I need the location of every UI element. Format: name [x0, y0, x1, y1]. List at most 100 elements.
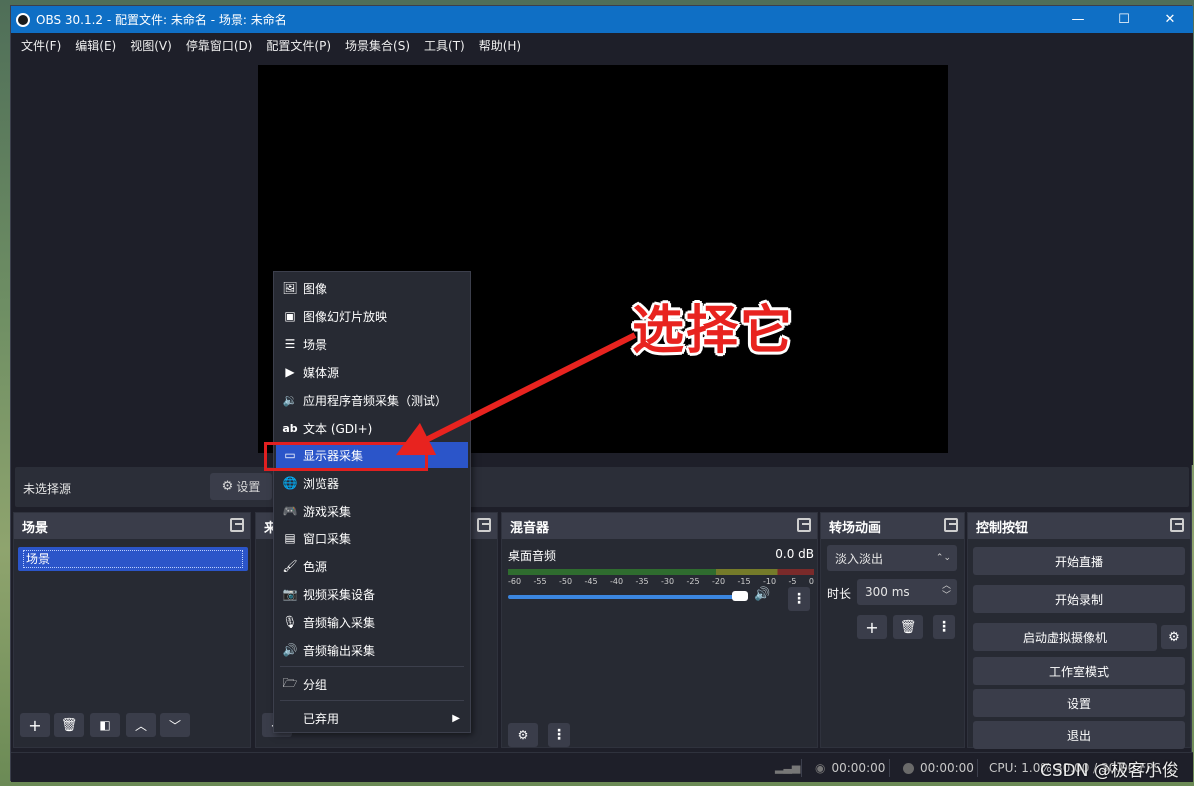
menu-item-label: 音频输入采集 — [303, 615, 376, 630]
meter-tick-label: -45 — [584, 577, 598, 586]
settings-button[interactable]: 设置 — [973, 689, 1185, 717]
text-icon: ab — [282, 421, 298, 435]
duration-input[interactable]: 300 ms ︿ ﹀ — [857, 579, 957, 605]
start-virtual-camera-button[interactable]: 启动虚拟摄像机 — [973, 623, 1157, 651]
meter-tick-label: -35 — [635, 577, 649, 586]
add-scene-button[interactable]: + — [20, 713, 50, 737]
add-transition-button[interactable]: + — [857, 615, 887, 639]
menu-item-label: 媒体源 — [303, 365, 340, 380]
menu-separator — [280, 700, 464, 701]
source-settings-button[interactable]: ⚙ 设置 — [210, 473, 272, 500]
menu-item-media-source[interactable]: ▶ 媒体源 — [276, 359, 468, 385]
scenes-dock-title: 场景 — [22, 520, 49, 536]
remove-transition-button[interactable]: 🗑 — [893, 615, 923, 639]
menu-item-image[interactable]: 🖼 图像 — [276, 275, 468, 301]
menu-item-window-capture[interactable]: ▤ 窗口采集 — [276, 525, 468, 551]
menu-item-label: 音频输出采集 — [303, 643, 376, 658]
slideshow-icon: ▣ — [284, 309, 296, 323]
volume-slider[interactable] — [508, 595, 744, 599]
start-streaming-button[interactable]: 开始直播 — [973, 547, 1185, 575]
menu-edit[interactable]: 编辑(E) — [68, 37, 123, 54]
camera-icon: 📷 — [282, 587, 298, 601]
annotation-text: 选择它 — [632, 301, 795, 361]
transition-properties-button[interactable]: ⋮ — [933, 615, 955, 639]
close-button[interactable]: ✕ — [1147, 6, 1193, 33]
stream-time: 00:00:00 — [831, 761, 886, 775]
transition-select[interactable]: 淡入淡出 ⌃⌄ — [827, 545, 957, 571]
status-divider — [801, 759, 802, 777]
brush-icon: 🖌 — [282, 559, 298, 573]
scenes-list: 场景 + 🗑 ◧ ︿ ﹀ — [14, 539, 250, 747]
watermark: CSDN @极客小俊 — [1040, 761, 1179, 781]
add-source-context-menu: 🖼 图像 ▣ 图像幻灯片放映 ☰ 场景 ▶ 媒体源 🔉 应用程序音频采集（测试）… — [273, 271, 471, 733]
menu-item-browser[interactable]: 🌐 浏览器 — [276, 470, 468, 496]
audio-mixer-dock: 混音器 桌面音频 0.0 dB -60 -55 -50 -45 -40 -35 -30 -25… — [501, 512, 818, 748]
gamepad-icon: 🎮 — [282, 504, 298, 518]
menu-item-label: 色源 — [303, 559, 328, 574]
minimize-button[interactable]: — — [1055, 6, 1101, 33]
window-controls: — ☐ ✕ — [1055, 6, 1193, 33]
menu-item-audio-output-capture[interactable]: 🔊 音频输出采集 — [276, 637, 468, 663]
menu-item-label: 图像 — [303, 281, 328, 296]
image-icon: 🖼 — [282, 281, 298, 295]
menu-tools[interactable]: 工具(T) — [417, 37, 472, 54]
volume-slider-knob[interactable] — [732, 591, 748, 601]
start-recording-button[interactable]: 开始录制 — [973, 585, 1185, 613]
stream-status: ◉ 00:00:00 — [815, 761, 885, 775]
mixer-advanced-audio-button[interactable]: ⚙ — [508, 723, 538, 747]
controls-dock-header: 控制按钮 — [968, 513, 1190, 539]
menu-item-image-slideshow[interactable]: ▣ 图像幻灯片放映 — [276, 303, 468, 329]
menu-item-group[interactable]: 🗁 分组 — [276, 671, 468, 697]
undock-icon[interactable] — [230, 518, 244, 532]
gear-icon: ⚙ — [221, 479, 234, 494]
spin-arrows-icon[interactable]: ︿ ﹀ — [942, 581, 951, 601]
menu-item-scene[interactable]: ☰ 场景 — [276, 331, 468, 357]
menu-item-app-audio-capture[interactable]: 🔉 应用程序音频采集（测试） — [276, 387, 468, 413]
menu-file[interactable]: 文件(F) — [14, 37, 68, 54]
menu-item-label: 窗口采集 — [303, 531, 352, 546]
record-status: 00:00:00 — [903, 761, 974, 775]
move-scene-up-button[interactable]: ︿ — [126, 713, 156, 737]
menu-scene-collection[interactable]: 场景集合(S) — [338, 37, 417, 54]
mixer-menu-button[interactable]: ⋮ — [548, 723, 570, 747]
menu-bar: 文件(F) 编辑(E) 视图(V) 停靠窗口(D) 配置文件(P) 场景集合(S… — [11, 33, 1193, 57]
menu-item-color-source[interactable]: 🖌 色源 — [276, 553, 468, 579]
menu-docks[interactable]: 停靠窗口(D) — [179, 37, 260, 54]
speaker-icon: 🔊 — [282, 643, 298, 657]
remove-scene-button[interactable]: 🗑 — [54, 713, 84, 737]
menu-item-audio-input-capture[interactable]: 🎙 音频输入采集 — [276, 609, 468, 635]
menu-item-text-gdi[interactable]: ab 文本 (GDI+) — [276, 415, 468, 441]
submenu-arrow-icon: ▶ — [452, 712, 460, 724]
controls-dock-title: 控制按钮 — [976, 520, 1029, 536]
scenes-dock: 场景 场景 + 🗑 ◧ ︿ ﹀ — [13, 512, 251, 748]
speaker-icon[interactable]: 🔊 — [754, 587, 770, 602]
studio-mode-button[interactable]: 工作室模式 — [973, 657, 1185, 685]
menu-help[interactable]: 帮助(H) — [472, 37, 528, 54]
track-name: 桌面音频 — [508, 549, 557, 563]
meter-tick-label: -15 — [737, 577, 751, 586]
scene-filters-button[interactable]: ◧ — [90, 713, 120, 737]
source-settings-label: 设置 — [236, 480, 261, 494]
meter-tick-label: 0 — [808, 577, 814, 586]
exit-button[interactable]: 退出 — [973, 721, 1185, 749]
track-options-button[interactable]: ⋮ — [788, 587, 810, 611]
maximize-button[interactable]: ☐ — [1101, 6, 1147, 33]
scene-list-item[interactable]: 场景 — [18, 547, 248, 571]
microphone-icon: 🎙 — [282, 615, 298, 629]
mixer-dock-header: 混音器 — [502, 513, 817, 539]
virtual-camera-settings-gear-icon[interactable]: ⚙ — [1161, 625, 1187, 649]
undock-icon[interactable] — [477, 518, 491, 532]
menu-profile[interactable]: 配置文件(P) — [259, 37, 338, 54]
menu-item-game-capture[interactable]: 🎮 游戏采集 — [276, 498, 468, 524]
menu-item-video-capture-device[interactable]: 📷 视频采集设备 — [276, 581, 468, 607]
window-icon: ▤ — [284, 531, 296, 545]
undock-icon[interactable] — [944, 518, 958, 532]
transitions-dock-header: 转场动画 — [821, 513, 964, 539]
menu-item-deprecated[interactable]: 已弃用 ▶ — [276, 705, 468, 731]
undock-icon[interactable] — [797, 518, 811, 532]
window-title: OBS 30.1.2 - 配置文件: 未命名 - 场景: 未命名 — [36, 13, 287, 27]
obs-logo-icon — [16, 12, 30, 27]
menu-view[interactable]: 视图(V) — [123, 37, 179, 54]
undock-icon[interactable] — [1170, 518, 1184, 532]
move-scene-down-button[interactable]: ﹀ — [160, 713, 190, 737]
